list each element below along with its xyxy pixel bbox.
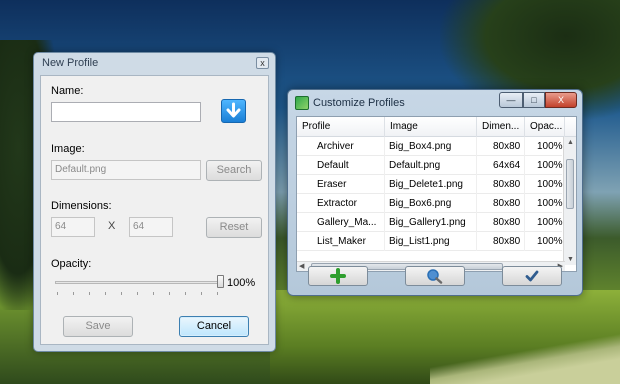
opacity-slider-thumb[interactable] [217, 275, 224, 288]
cell-dimensions: 64x64 [493, 156, 525, 175]
cell-image: Big_Delete1.png [389, 175, 477, 194]
search-globe-icon [427, 269, 443, 284]
reset-button[interactable]: Reset [206, 217, 262, 238]
checkmark-icon [525, 270, 539, 282]
table-row[interactable]: List_Maker Big_List1.png 80x80 100% [297, 232, 563, 251]
new-profile-body: Name: Image: Default.png Search Dimensio… [40, 75, 269, 345]
scroll-left-icon[interactable]: ◀ [299, 262, 304, 270]
wallpaper-path [430, 334, 620, 384]
customize-profiles-window: Customize Profiles — □ X Profile Image D… [287, 89, 583, 296]
add-profile-button[interactable] [308, 266, 368, 286]
cell-profile: Eraser [317, 175, 385, 194]
download-arrow-icon[interactable] [221, 99, 246, 123]
cell-image: Big_Gallery1.png [389, 213, 477, 232]
cell-opacity: 100% [537, 198, 563, 209]
cell-image: Big_Box6.png [389, 194, 477, 213]
dimensions-label: Dimensions: [51, 200, 112, 212]
search-button[interactable]: Search [206, 160, 262, 181]
cell-opacity: 100% [537, 179, 563, 190]
close-button[interactable]: X [545, 92, 577, 108]
customize-profiles-title: Customize Profiles [313, 97, 405, 109]
cell-dimensions: 80x80 [493, 194, 525, 213]
minimize-button[interactable]: — [499, 92, 523, 108]
column-header-profile[interactable]: Profile [297, 117, 385, 137]
cell-profile: Default [317, 156, 385, 175]
width-field: 64 [51, 217, 95, 237]
table-row[interactable]: Extractor Big_Box6.png 80x80 100% [297, 194, 563, 213]
vertical-scrollbar[interactable]: ▲ ▼ [563, 137, 576, 265]
table-header: Profile Image Dimen... Opac... [297, 117, 576, 137]
table-row[interactable]: Eraser Big_Delete1.png 80x80 100% [297, 175, 563, 194]
profiles-table: Profile Image Dimen... Opac... Archiver … [296, 116, 577, 272]
cell-profile: Gallery_Ma... [317, 213, 385, 232]
cell-dimensions: 80x80 [493, 175, 525, 194]
confirm-button[interactable] [502, 266, 562, 286]
image-label: Image: [51, 143, 85, 155]
new-profile-title: New Profile [42, 57, 99, 69]
save-button[interactable]: Save [63, 316, 133, 337]
cancel-button[interactable]: Cancel [179, 316, 249, 337]
height-field: 64 [129, 217, 173, 237]
cell-dimensions: 80x80 [493, 232, 525, 251]
opacity-value: 100% [227, 277, 256, 289]
vertical-scroll-thumb[interactable] [566, 159, 574, 209]
cell-opacity: 100% [537, 217, 563, 228]
column-header-opacity[interactable]: Opac... [525, 117, 565, 137]
cell-profile: List_Maker [317, 232, 385, 251]
name-label: Name: [51, 85, 84, 97]
opacity-slider-ticks [57, 292, 223, 295]
app-icon [295, 96, 309, 110]
search-profile-button[interactable] [405, 266, 465, 286]
cell-profile: Archiver [317, 137, 385, 156]
new-profile-dialog: New Profile x Name: Image: Default.png S… [33, 52, 276, 352]
table-row[interactable]: Gallery_Ma... Big_Gallery1.png 80x80 100… [297, 213, 563, 232]
column-header-image[interactable]: Image [385, 117, 477, 137]
cell-image: Big_Box4.png [389, 137, 477, 156]
table-row[interactable]: Archiver Big_Box4.png 80x80 100% [297, 137, 563, 156]
name-input[interactable] [51, 102, 201, 122]
cell-opacity: 100% [537, 141, 563, 152]
cell-image: Default.png [389, 156, 477, 175]
cell-dimensions: 80x80 [493, 213, 525, 232]
new-profile-close-button[interactable]: x [256, 57, 269, 69]
scroll-up-icon[interactable]: ▲ [567, 139, 574, 146]
cell-opacity: 100% [537, 160, 563, 171]
table-row[interactable]: Default Default.png 64x64 100% [297, 156, 563, 175]
scroll-down-icon[interactable]: ▼ [567, 256, 574, 263]
opacity-slider-track[interactable] [55, 281, 221, 284]
column-header-dimensions[interactable]: Dimen... [477, 117, 525, 137]
cell-image: Big_List1.png [389, 232, 477, 251]
maximize-button[interactable]: □ [523, 92, 545, 108]
dimensions-x-label: X [108, 220, 116, 232]
cell-opacity: 100% [537, 236, 563, 247]
image-field: Default.png [51, 160, 201, 180]
cell-dimensions: 80x80 [493, 137, 525, 156]
add-plus-icon [330, 268, 346, 284]
cell-profile: Extractor [317, 194, 385, 213]
opacity-label: Opacity: [51, 258, 92, 270]
